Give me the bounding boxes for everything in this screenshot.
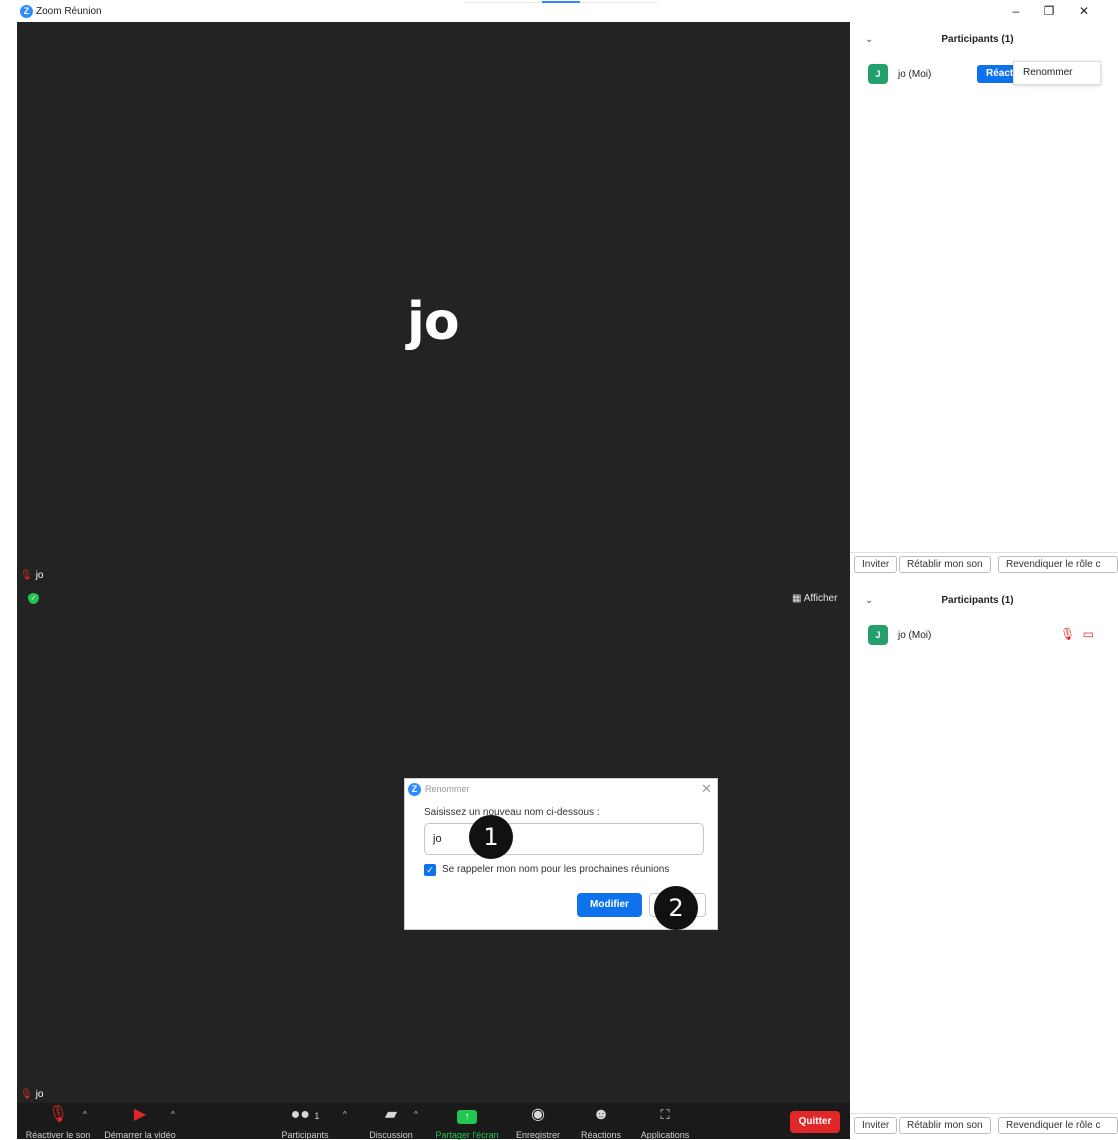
muted-mic-icon: 🎙 [20, 570, 33, 581]
apps-button[interactable]: ⛶ Applications [636, 1105, 694, 1140]
share-arrow-icon: ↑ [457, 1110, 477, 1124]
new-name-input[interactable]: jo [424, 823, 704, 855]
video-off-icon: ▭ [1082, 627, 1094, 641]
meeting-video-area: jo 🎙 jo ✓ ▦ Afficher 🎙 jo [17, 22, 850, 1103]
restore-button[interactable]: ❐ [1037, 3, 1061, 19]
start-video-button[interactable]: ▶ Démarrer la vidéo [101, 1105, 179, 1140]
top-indicator-active [542, 1, 580, 3]
remember-name-checkbox[interactable]: ✓ [424, 864, 436, 876]
step-marker-1: 1 [469, 815, 513, 859]
step-marker-2: 2 [654, 886, 698, 930]
zoom-logo-icon: Z [20, 5, 33, 18]
restore-audio-button[interactable]: Rétablir mon son [899, 556, 991, 573]
muted-mic-icon: 🎙 [20, 1089, 33, 1100]
participants-panel-top: ⌄ Participants (1) J jo (Moi) Réact Reno… [850, 22, 1118, 561]
dialog-close-icon[interactable]: ✕ [701, 781, 712, 797]
meeting-toolbar: 🎙 Réactiver le son ^ ▶ Démarrer la vidéo… [17, 1103, 850, 1140]
close-window-button[interactable]: ✕ [1072, 3, 1096, 19]
minimize-button[interactable]: – [1004, 3, 1028, 19]
participants-button[interactable]: ●● 1 Participants [276, 1105, 334, 1140]
rename-prompt: Saisissez un nouveau nom ci-dessous : [424, 807, 600, 818]
remember-name-label: Se rappeler mon nom pour les prochaines … [442, 864, 670, 875]
chat-bubble-icon: ▰ [384, 1106, 398, 1123]
quit-button[interactable]: Quitter [790, 1111, 840, 1133]
title-bar: Z Zoom Réunion – ❐ ✕ [0, 0, 1118, 22]
menu-item-rename[interactable]: Renommer [1013, 61, 1101, 85]
chevron-up-icon: ^ [83, 1110, 87, 1119]
chevron-up-icon: ^ [343, 1110, 347, 1119]
participants-header: Participants (1) [941, 595, 1014, 606]
participant-name: jo (Moi) [898, 630, 932, 641]
zoom-logo-icon: Z [408, 783, 421, 796]
participants-panel-bottom: ⌄ Participants (1) J jo (Moi) 🎙 ▭ [850, 583, 1118, 1114]
muted-mic-icon: 🎙 [1060, 627, 1076, 641]
bottom-name-tag: 🎙 jo [20, 1089, 44, 1100]
restore-audio-button[interactable]: Rétablir mon son [899, 1117, 991, 1134]
video-off-icon: ▶ [133, 1106, 147, 1123]
window-title: Zoom Réunion [36, 6, 102, 17]
modify-button[interactable]: Modifier [577, 893, 642, 917]
reactions-button[interactable]: ☻ Réactions [577, 1105, 625, 1140]
video-name-tag: 🎙 jo [20, 570, 44, 581]
invite-button[interactable]: Inviter [854, 556, 898, 573]
security-shield-icon[interactable]: ✓ [28, 593, 39, 604]
dialog-title: Renommer [425, 784, 470, 794]
view-button[interactable]: ▦ Afficher [792, 593, 837, 604]
record-button[interactable]: ◉ Enregistrer [512, 1105, 564, 1140]
chat-button[interactable]: ▰ Discussion [366, 1105, 416, 1140]
grid-icon: ▦ [792, 593, 804, 604]
participant-display-name: jo [407, 292, 460, 352]
invite-button[interactable]: Inviter [854, 1117, 898, 1134]
participants-header: Participants (1) [941, 34, 1014, 45]
chevron-up-icon: ^ [171, 1110, 175, 1119]
participants-count: 1 [314, 1111, 320, 1121]
claim-host-button[interactable]: Revendiquer le rôle c [998, 1117, 1118, 1134]
share-screen-button[interactable]: ↑ Partager l'écran [431, 1105, 503, 1140]
apps-icon: ⛶ [660, 1107, 670, 1122]
avatar: J [868, 625, 888, 645]
participants-icon: ●● [290, 1106, 310, 1123]
claim-host-button[interactable]: Revendiquer le rôle c [998, 556, 1118, 573]
avatar: J [868, 64, 888, 84]
participant-name: jo (Moi) [898, 69, 932, 80]
participant-status: 🎙 ▭ [1060, 627, 1094, 641]
chevron-up-icon: ^ [414, 1110, 418, 1119]
participants-actions-top: Inviter Rétablir mon son Revendiquer le … [850, 552, 1118, 574]
reaction-emoji-icon: ☻ [592, 1106, 610, 1123]
record-icon: ◉ [531, 1106, 545, 1123]
participants-actions-bottom: Inviter Rétablir mon son Revendiquer le … [850, 1113, 1118, 1135]
